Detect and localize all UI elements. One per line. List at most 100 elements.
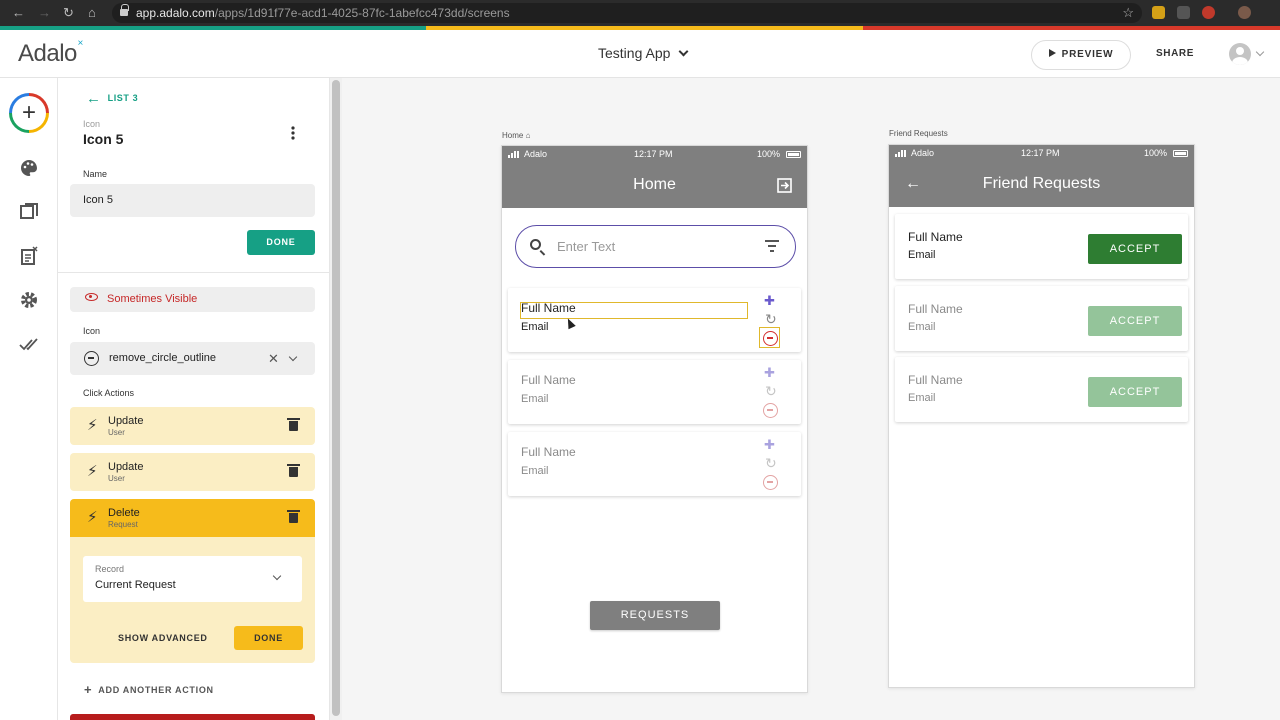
icon-picker[interactable]: remove_circle_outline ✕ — [70, 342, 315, 375]
remove-circle-outline-icon[interactable] — [763, 331, 778, 346]
trash-icon[interactable] — [287, 510, 300, 523]
panel-scrollbar[interactable] — [330, 78, 342, 720]
url-path: /apps/1d91f77e-acd1-4025-87fc-1abefcc473… — [214, 6, 510, 20]
divider — [58, 272, 330, 273]
friend-requests-screen-label[interactable]: Friend Requests — [889, 129, 948, 138]
list-item[interactable]: Full Name Email ✚︎ ↻ — [508, 288, 801, 352]
trash-icon[interactable] — [287, 418, 300, 431]
accept-button[interactable]: ACCEPT — [1088, 377, 1182, 407]
action-subtitle: User — [108, 474, 125, 483]
filter-icon[interactable] — [765, 240, 779, 252]
extension-badge-icon[interactable] — [1202, 6, 1215, 19]
share-button[interactable]: SHARE — [1156, 48, 1194, 59]
remove-circle-outline-icon[interactable] — [763, 475, 778, 490]
sync-icon[interactable]: ↻ — [765, 455, 777, 472]
friend-request-item[interactable]: Full Name Email ACCEPT — [895, 286, 1188, 351]
person-add-icon[interactable]: ✚︎ — [764, 293, 775, 309]
add-action-label: ADD ANOTHER ACTION — [98, 685, 214, 695]
chevron-down-icon[interactable] — [288, 352, 298, 362]
address-bar[interactable]: app.adalo.com/apps/1d91f77e-acd1-4025-87… — [112, 3, 1142, 23]
home-app-bar: Home — [502, 162, 807, 208]
item-email: Email — [908, 392, 936, 404]
trash-icon[interactable] — [287, 464, 300, 477]
sync-icon[interactable]: ↻ — [765, 383, 777, 400]
scrollbar-thumb[interactable] — [332, 80, 340, 716]
preview-button[interactable]: PREVIEW — [1031, 40, 1131, 70]
action-title: Update — [108, 461, 144, 473]
person-add-icon[interactable]: ✚︎ — [764, 437, 775, 453]
back-to-list-link[interactable]: ← LIST 3 — [86, 88, 138, 107]
extension-icon[interactable] — [1152, 6, 1165, 19]
battery-icon — [1173, 150, 1188, 157]
database-icon[interactable] — [19, 246, 39, 266]
visibility-label: Sometimes Visible — [107, 293, 198, 305]
url-domain: app.adalo.com — [136, 6, 215, 20]
bolt-icon: ⚡︎ — [87, 509, 98, 526]
more-vert-icon[interactable] — [289, 125, 297, 141]
item-email: Email — [521, 465, 549, 477]
friend-request-item[interactable]: Full Name Email ACCEPT — [895, 357, 1188, 422]
person-add-icon[interactable]: ✚︎ — [764, 365, 775, 381]
icon-field-label: Icon — [83, 326, 101, 336]
home-icon: ⌂ — [525, 131, 531, 140]
sync-icon[interactable]: ↻ — [765, 311, 777, 328]
delete-component-button[interactable] — [70, 714, 315, 720]
chevron-down-icon[interactable] — [1255, 47, 1265, 57]
click-actions-label: Click Actions — [83, 388, 135, 398]
app-selector[interactable]: Testing App — [598, 45, 689, 61]
accept-button[interactable]: ACCEPT — [1088, 306, 1182, 336]
visibility-toggle[interactable]: Sometimes Visible — [70, 287, 315, 312]
logo-text: Adalo — [18, 40, 77, 67]
add-another-action-button[interactable]: + ADD ANOTHER ACTION — [84, 681, 214, 697]
record-value: Current Request — [95, 579, 176, 591]
forward-arrow-icon[interactable]: → — [38, 5, 51, 21]
item-name: Full Name — [908, 373, 963, 387]
gear-icon[interactable] — [19, 290, 39, 310]
bookmark-star-icon[interactable]: ☆ — [1122, 3, 1134, 23]
item-name: Full Name — [521, 301, 576, 315]
action-update-user[interactable]: ⚡︎ Update User — [70, 407, 315, 445]
lock-icon — [120, 4, 129, 17]
requests-button[interactable]: REQUESTS — [590, 601, 720, 630]
home-screen-label[interactable]: Home ⌂ — [502, 131, 530, 140]
name-done-button[interactable]: DONE — [247, 230, 315, 255]
user-avatar-icon[interactable] — [1229, 43, 1251, 65]
name-input[interactable]: Icon 5 — [70, 184, 315, 217]
accept-button[interactable]: ACCEPT — [1088, 234, 1182, 264]
search-input[interactable]: Enter Text — [515, 225, 796, 268]
clear-icon[interactable]: ✕ — [268, 342, 279, 375]
reload-icon[interactable]: ↻ — [63, 5, 74, 21]
home-icon[interactable]: ⌂ — [88, 5, 96, 21]
item-email: Email — [521, 321, 549, 333]
item-name: Full Name — [521, 445, 576, 459]
friend-requests-title: Friend Requests — [982, 175, 1101, 192]
app-name: Testing App — [598, 45, 671, 61]
add-component-button[interactable]: + — [9, 93, 49, 133]
bolt-icon: ⚡︎ — [87, 417, 98, 434]
action-update-user-2[interactable]: ⚡︎ Update User — [70, 453, 315, 491]
action-done-button[interactable]: DONE — [234, 626, 303, 650]
record-select[interactable]: Record Current Request — [83, 556, 302, 602]
logout-icon[interactable] — [777, 178, 792, 193]
friend-request-item[interactable]: Full Name Email ACCEPT — [895, 214, 1188, 279]
plus-icon: + — [84, 682, 93, 697]
name-field-label: Name — [83, 169, 108, 179]
publish-check-icon[interactable] — [19, 334, 39, 354]
show-advanced-button[interactable]: SHOW ADVANCED — [118, 633, 208, 643]
screens-icon[interactable] — [19, 202, 39, 222]
back-arrow-icon[interactable]: ← — [905, 161, 921, 207]
list-item[interactable]: Full Name Email ✚︎ ↻ — [508, 432, 801, 496]
shield-extension-icon[interactable] — [1177, 6, 1190, 19]
palette-icon[interactable] — [19, 158, 39, 178]
remove-circle-outline-icon[interactable] — [763, 403, 778, 418]
adalo-logo[interactable]: Adalo × — [18, 38, 83, 68]
remove-circle-outline-icon — [84, 351, 99, 366]
battery-percent: 100% — [1144, 148, 1168, 158]
action-delete-request[interactable]: ⚡︎ Delete Request — [70, 499, 315, 537]
list-item[interactable]: Full Name Email ✚︎ ↻ — [508, 360, 801, 424]
chevron-down-icon — [272, 571, 282, 581]
search-icon — [530, 239, 541, 250]
signal-icon — [895, 150, 907, 157]
back-arrow-icon[interactable]: ← — [12, 5, 25, 21]
profile-avatar-icon[interactable] — [1238, 6, 1251, 19]
